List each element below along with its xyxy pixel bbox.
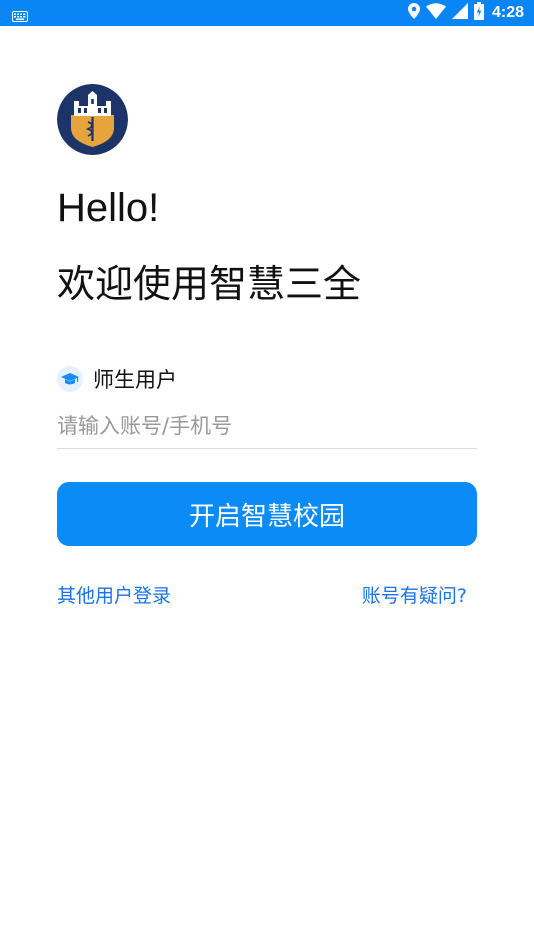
status-bar: 4:28 [0, 0, 534, 26]
school-crest-logo [57, 84, 128, 155]
account-question-link[interactable]: 账号有疑问? [362, 582, 467, 610]
status-time: 4:28 [491, 4, 524, 21]
location-icon [407, 3, 420, 23]
graduation-cap-icon [57, 366, 83, 392]
welcome-heading: 欢迎使用智慧三全 [57, 262, 362, 306]
wifi-icon [425, 3, 446, 23]
account-input[interactable] [57, 404, 477, 449]
cellular-signal-icon [451, 3, 468, 23]
user-type-label: 师生用户 [93, 368, 177, 392]
open-smart-campus-button[interactable]: 开启智慧校园 [57, 482, 477, 546]
status-icons: 4:28 [407, 2, 524, 24]
other-user-login-link[interactable]: 其他用户登录 [57, 582, 171, 610]
battery-icon [473, 2, 484, 24]
hello-heading: Hello! [57, 186, 160, 230]
keyboard-icon [12, 7, 28, 26]
user-type-selector[interactable]: 师生用户 [57, 364, 177, 394]
